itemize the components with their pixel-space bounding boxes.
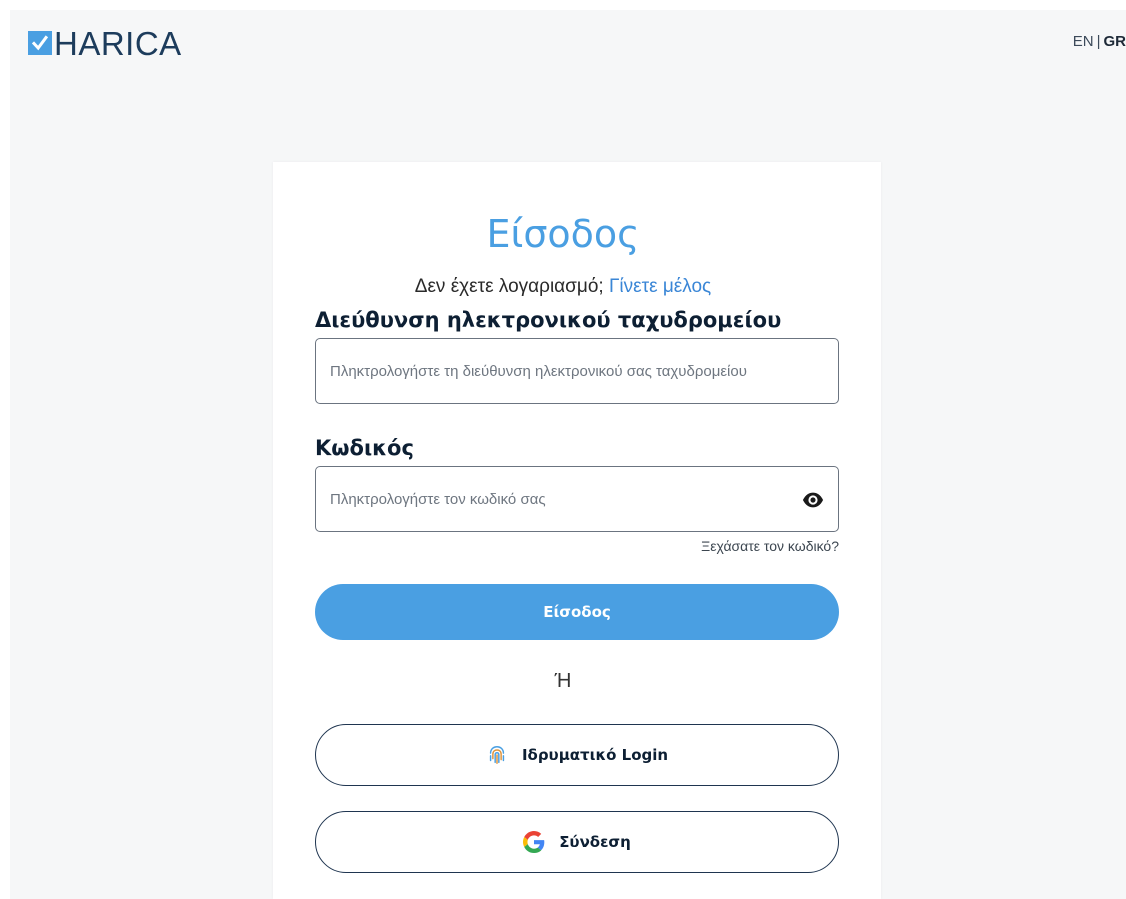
lang-en-link[interactable]: EN — [1073, 33, 1094, 50]
signup-link[interactable]: Γίνετε μέλος — [609, 276, 711, 297]
email-field-container — [315, 338, 839, 404]
password-field-container — [315, 466, 839, 532]
institutional-login-label: Ιδρυματικό Login — [521, 746, 669, 764]
google-login-label: Σύνδεση — [559, 833, 631, 851]
page-title: Είσοδος — [486, 212, 640, 256]
login-submit-button[interactable]: Είσοδος — [315, 584, 839, 640]
fingerprint-icon — [486, 744, 508, 766]
forgot-password-link[interactable]: Ξεχάσατε τον κωδικό? — [701, 538, 839, 554]
check-square-icon — [28, 31, 52, 55]
password-field[interactable] — [316, 466, 838, 532]
no-account-text: Δεν έχετε λογαριασμό; — [414, 276, 604, 297]
eye-icon[interactable] — [802, 489, 824, 511]
harica-logo[interactable]: HARICA — [28, 24, 182, 62]
password-label: Κωδικός — [315, 436, 414, 460]
logo-text: HARICA — [54, 24, 182, 62]
signup-prompt: Δεν έχετε λογαριασμό; Γίνετε μέλος — [0, 276, 1126, 298]
email-field[interactable] — [316, 338, 838, 404]
institutional-login-button[interactable]: Ιδρυματικό Login — [315, 724, 839, 786]
google-login-button[interactable]: Σύνδεση — [315, 811, 839, 873]
email-label: Διεύθυνση ηλεκτρονικού ταχυδρομείου — [315, 308, 782, 332]
lang-separator: | — [1096, 33, 1101, 50]
google-icon — [523, 831, 545, 853]
lang-gr-link[interactable]: GR — [1104, 33, 1126, 50]
or-divider: Ή — [554, 670, 572, 692]
language-switcher: EN | GR — [1073, 33, 1126, 50]
